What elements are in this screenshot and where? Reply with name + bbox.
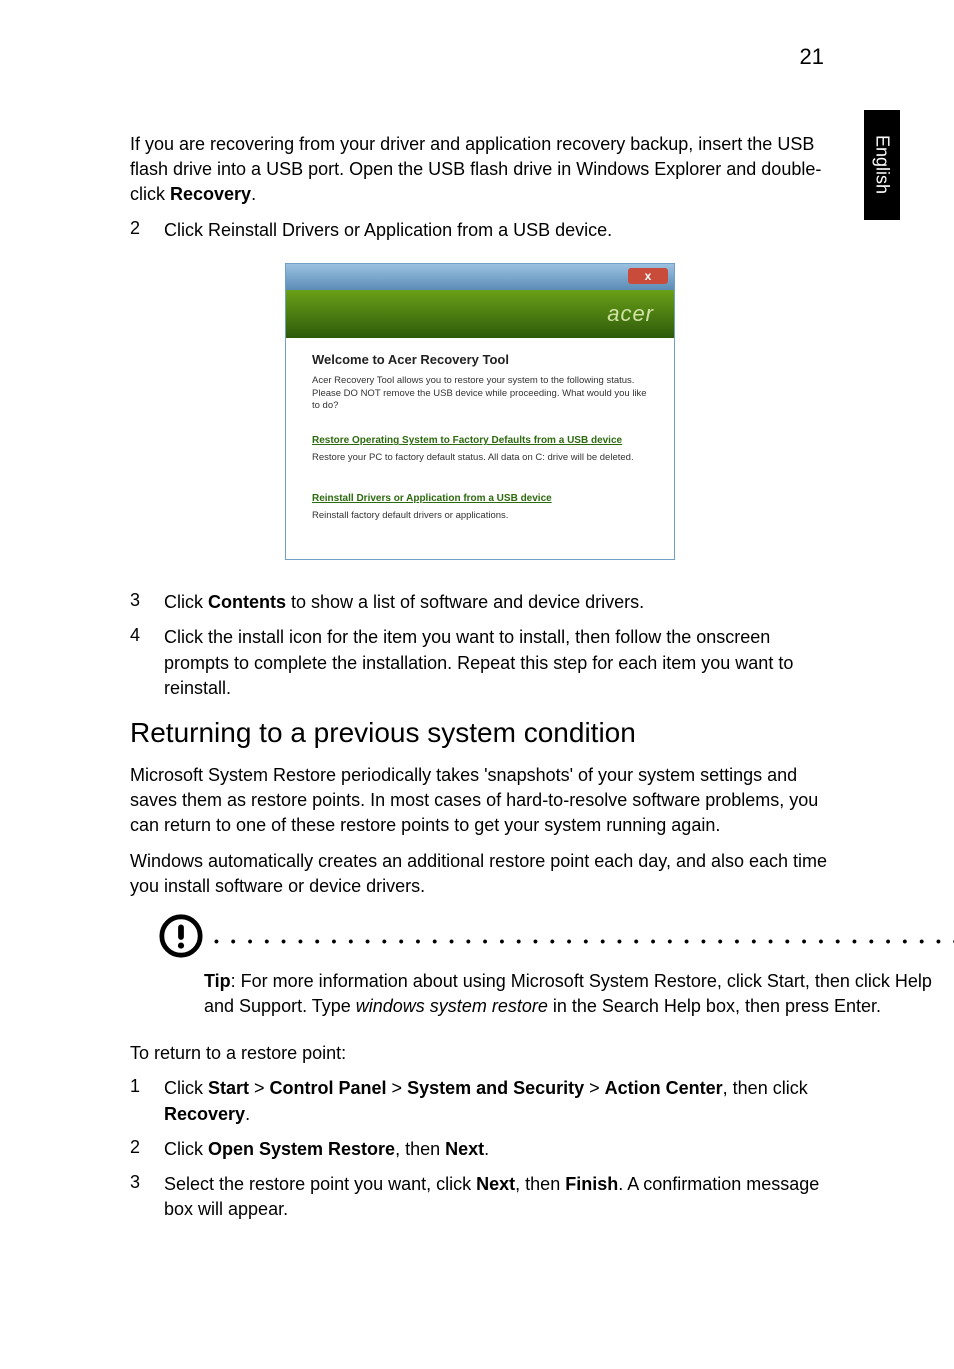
tip-bold: Tip <box>204 971 231 991</box>
return-step-2: 2 Click Open System Restore, then Next. <box>130 1137 830 1162</box>
ss-description: Acer Recovery Tool allows you to restore… <box>312 375 648 413</box>
r2c: , then <box>395 1139 445 1159</box>
r2-next: Next <box>445 1139 484 1159</box>
return-2-text: Click Open System Restore, then Next. <box>164 1137 830 1162</box>
intro-recovery-bold: Recovery <box>170 184 251 204</box>
r3-next: Next <box>476 1174 515 1194</box>
r1-start: Start <box>208 1078 249 1098</box>
step-3-c: to show a list of software and device dr… <box>286 592 644 612</box>
r1-control-panel: Control Panel <box>270 1078 387 1098</box>
section-heading: Returning to a previous system condition <box>130 717 830 749</box>
step-2: 2 Click Reinstall Drivers or Application… <box>130 218 830 243</box>
return-3-num: 3 <box>130 1172 164 1222</box>
return-step-3: 3 Select the restore point you want, cli… <box>130 1172 830 1222</box>
step-2-text: Click Reinstall Drivers or Application f… <box>164 218 830 243</box>
close-icon[interactable]: x <box>628 268 668 284</box>
r1-recovery: Recovery <box>164 1104 245 1124</box>
return-intro: To return to a restore point: <box>130 1041 830 1066</box>
tip-block: • • • • • • • • • • • • • • • • • • • • … <box>130 913 830 1019</box>
page: 21 English If you are recovering from yo… <box>0 0 954 1369</box>
intro-paragraph: If you are recovering from your driver a… <box>130 132 830 208</box>
step-4-number: 4 <box>130 625 164 701</box>
step-3: 3 Click Contents to show a list of softw… <box>130 590 830 615</box>
ss-restore-os-link[interactable]: Restore Operating System to Factory Defa… <box>312 435 648 446</box>
step-4-text: Click the install icon for the item you … <box>164 625 830 701</box>
r3c: , then <box>515 1174 565 1194</box>
step-3-contents-bold: Contents <box>208 592 286 612</box>
r2-open-system-restore: Open System Restore <box>208 1139 395 1159</box>
return-1-num: 1 <box>130 1076 164 1126</box>
r3-finish: Finish <box>565 1174 618 1194</box>
ss-body: Welcome to Acer Recovery Tool Acer Recov… <box>286 338 674 559</box>
step-3-text: Click Contents to show a list of softwar… <box>164 590 830 615</box>
page-number: 21 <box>800 44 824 70</box>
tip-icon-col <box>130 913 204 1019</box>
step-4: 4 Click the install icon for the item yo… <box>130 625 830 701</box>
intro-end: . <box>251 184 256 204</box>
step-2-number: 2 <box>130 218 164 243</box>
r2e: . <box>484 1139 489 1159</box>
r1c: > <box>249 1078 270 1098</box>
para-restore-1: Microsoft System Restore periodically ta… <box>130 763 830 839</box>
tip-right: • • • • • • • • • • • • • • • • • • • • … <box>204 913 954 1019</box>
acer-logo: acer <box>607 301 654 327</box>
ss-restore-os-sub: Restore your PC to factory default statu… <box>312 452 648 463</box>
r1k: . <box>245 1104 250 1124</box>
exclamation-icon <box>158 913 204 959</box>
r1g: > <box>584 1078 605 1098</box>
ss-reinstall-link[interactable]: Reinstall Drivers or Application from a … <box>312 493 648 504</box>
language-tab: English <box>864 110 900 220</box>
ss-welcome: Welcome to Acer Recovery Tool <box>312 352 648 367</box>
content-body: If you are recovering from your driver a… <box>130 132 830 1232</box>
language-label: English <box>872 135 893 194</box>
return-step-1: 1 Click Start > Control Panel > System a… <box>130 1076 830 1126</box>
return-2-num: 2 <box>130 1137 164 1162</box>
r1e: > <box>387 1078 408 1098</box>
step-3-a: Click <box>164 592 208 612</box>
r3a: Select the restore point you want, click <box>164 1174 476 1194</box>
recovery-tool-screenshot: x acer Welcome to Acer Recovery Tool Ace… <box>285 263 675 560</box>
r2a: Click <box>164 1139 208 1159</box>
r1i: , then click <box>723 1078 808 1098</box>
tip-text: Tip: For more information about using Mi… <box>204 949 954 1019</box>
tip-italic: windows system restore <box>356 996 548 1016</box>
return-3-text: Select the restore point you want, click… <box>164 1172 830 1222</box>
r1a: Click <box>164 1078 208 1098</box>
step-3-number: 3 <box>130 590 164 615</box>
tip-d: in the Search Help box, then press Enter… <box>548 996 881 1016</box>
return-1-text: Click Start > Control Panel > System and… <box>164 1076 830 1126</box>
ss-titlebar: x <box>286 264 674 290</box>
ss-header: acer <box>286 290 674 338</box>
ss-reinstall-sub: Reinstall factory default drivers or app… <box>312 510 648 521</box>
r1-system-security: System and Security <box>407 1078 584 1098</box>
r1-action-center: Action Center <box>605 1078 723 1098</box>
dotted-line: • • • • • • • • • • • • • • • • • • • • … <box>214 933 954 949</box>
para-restore-2: Windows automatically creates an additio… <box>130 849 830 899</box>
